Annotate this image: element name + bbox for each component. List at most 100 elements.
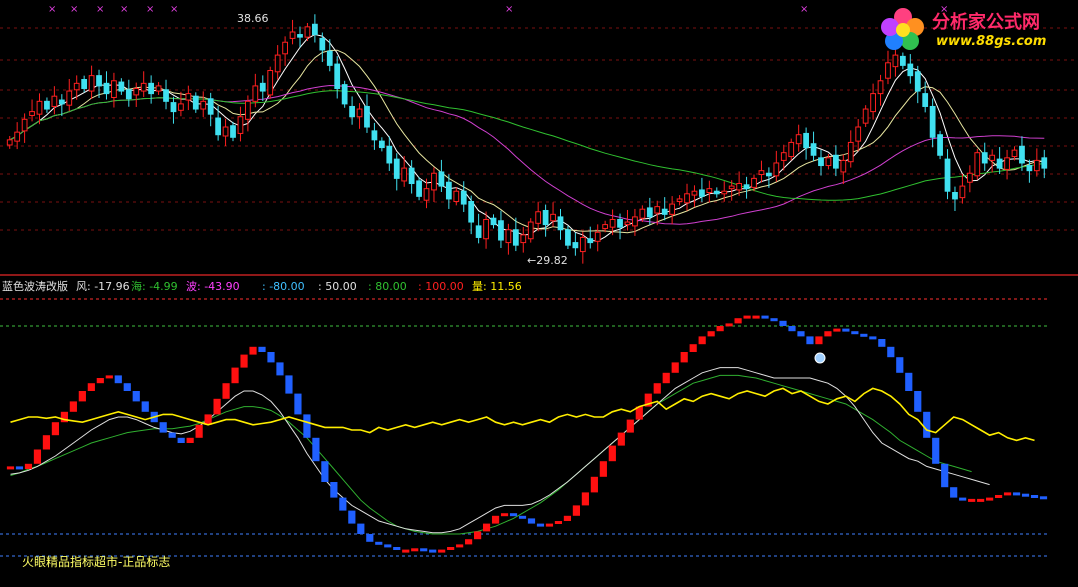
candle-down [326,50,333,66]
wave-bar-down [168,432,176,438]
candle-up [274,54,281,73]
wave-bar-down [123,383,131,391]
wave-bar-up [815,336,823,345]
candle-up [431,172,437,191]
candle-up [73,82,80,91]
candle-down [311,23,318,36]
wave-bar-down [339,497,347,511]
top-marker: × [70,4,78,15]
wave-bar-down [159,422,167,433]
candle-up [14,131,21,142]
wave-bar-down [132,391,140,402]
volume-label: 量: 11.56 [472,280,522,293]
wave-bar-up [752,315,760,319]
candle-up [609,218,616,228]
wave-bar-down [923,411,931,438]
top-marker: × [505,4,513,15]
wave-bar-down [914,391,922,412]
logo: 分析家公式网 www.88gs.com [876,2,1072,56]
wave-bar-up [734,318,742,324]
candle-up [639,208,646,219]
candle-down [542,209,549,226]
candle-up [527,221,534,240]
wave-bar-up [78,391,86,402]
candle-down [914,71,921,92]
wave-bar-up [590,476,598,493]
wave-bar-down [312,437,320,462]
candle-down [125,89,132,100]
candle-up [676,198,683,202]
high-price-label: 38.66 [237,12,269,25]
candle-up [237,116,244,134]
candle-up [483,218,489,240]
wave-bar-down [527,518,536,524]
flower-logo-icon [881,8,924,50]
wave-bar-up [6,466,15,470]
wave-bar-up [977,498,985,502]
candle-up [185,93,192,101]
low-price-label: ←29.82 [527,254,568,267]
candle-down [319,37,326,51]
logo-url: www.88gs.com [936,34,1047,49]
wave-bar-up [500,513,509,517]
candle-down [1026,165,1033,172]
candle-up [88,75,95,92]
candle-down [118,81,125,92]
wave-bar-up [1003,492,1012,496]
candle-down [1041,157,1048,169]
candle-up [401,167,408,182]
wave-bar-down [1012,492,1021,496]
wave-bar-down [518,515,527,519]
top-marker: × [120,4,128,15]
candle-down [468,200,475,223]
wave-bar-up [411,548,419,552]
candle-up [200,100,207,110]
candle-down [646,207,653,218]
wave-bar-down [509,513,518,517]
candle-up [989,154,996,161]
candle-up [684,193,690,204]
wave-bar-down [959,497,967,501]
candle-up [877,80,884,95]
candle-up [252,85,259,102]
wave-bar-up [195,424,203,438]
candle-down [341,84,348,105]
candle-up [728,185,735,190]
ref-level-label: : 80.00 [368,280,407,293]
candle-up [356,108,363,118]
candle-up [535,211,542,224]
wave-bar-down [267,352,275,363]
candle-down [661,208,668,215]
wave-bar-up [581,492,589,506]
candle-down [416,180,422,197]
ref-level-label: : 50.00 [318,280,357,293]
wave-bar-down [878,339,886,347]
wave-bar-down [806,336,814,345]
wave-bar-down [941,463,949,488]
top-marker: × [146,4,154,15]
wave-bar-up [482,523,491,532]
wave-bar-down [393,547,401,550]
candle-down [96,75,102,87]
wave-bar-up [402,549,410,553]
wave-bar-up [725,323,733,327]
wave-bar-down [420,548,428,552]
ref-level-label: : -80.00 [262,280,305,293]
candle-down [713,190,720,195]
candle-down [937,134,943,156]
candle-up [423,188,430,201]
wave-bar-down [114,375,122,384]
candle-up [721,190,728,195]
wave-bar-up [653,383,661,394]
wave-bar-down [429,549,437,553]
top-marker: × [800,4,808,15]
candle-up [706,188,713,194]
ref-level-label: : 100.00 [418,280,464,293]
candle-up [140,82,147,92]
candle-up [1004,157,1010,170]
wave-bar-up [968,498,976,502]
wave-bar-up [572,505,580,516]
wave-bar-down [761,315,769,319]
wave-bar-up [689,344,697,352]
wave-bar-down [375,541,383,545]
